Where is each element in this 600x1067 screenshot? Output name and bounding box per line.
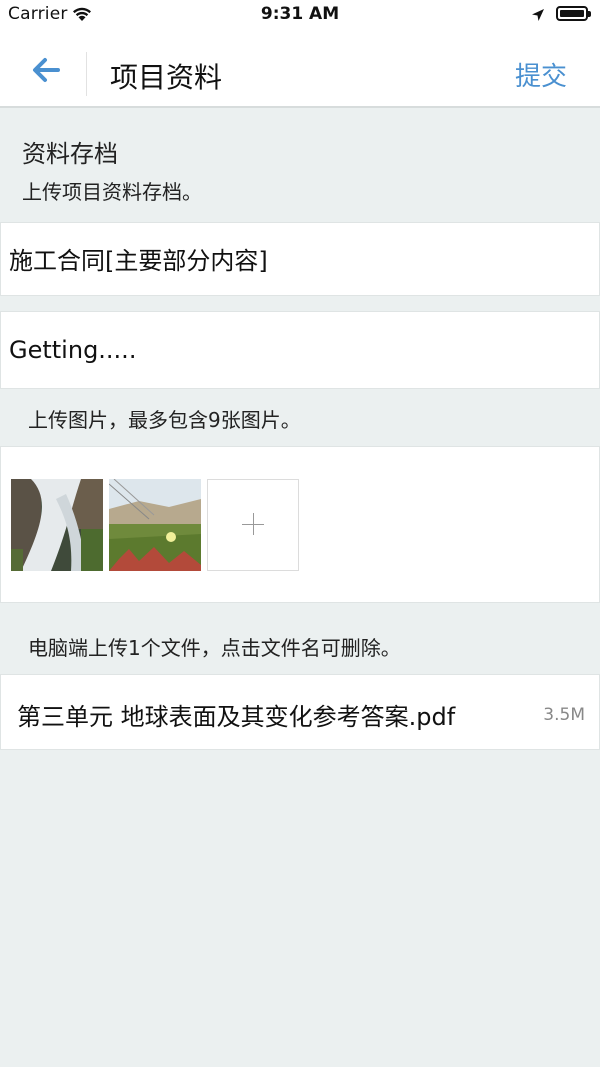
add-photo-button[interactable] — [207, 479, 299, 571]
field-flower-photo[interactable] — [109, 479, 201, 571]
nav-divider — [86, 52, 87, 96]
clock-time: 9:31 AM — [260, 4, 340, 24]
section-title: 资料存档 — [22, 140, 118, 168]
image-upload-card — [0, 446, 600, 603]
battery-icon — [556, 6, 591, 21]
status-bar: Carrier 9:31 AM — [0, 0, 600, 32]
location-icon — [530, 7, 546, 27]
section-description: 上传项目资料存档。 — [22, 180, 202, 204]
submit-button[interactable]: 提交 — [515, 56, 567, 93]
image-upload-hint: 上传图片，最多包含9张图片。 — [28, 408, 301, 432]
getting-field-value: Getting..... — [9, 336, 137, 364]
waterfall-photo[interactable] — [11, 479, 103, 571]
contract-field[interactable]: 施工合同[主要部分内容] — [0, 222, 600, 296]
file-size: 3.5M — [543, 705, 585, 725]
arrow-left-icon — [24, 58, 68, 90]
page-title: 项目资料 — [110, 61, 223, 94]
nav-bar: 项目资料 提交 — [0, 32, 600, 108]
file-upload-hint: 电脑端上传1个文件，点击文件名可删除。 — [28, 636, 401, 660]
file-row[interactable]: 第三单元 地球表面及其变化参考答案.pdf 3.5M — [0, 674, 600, 750]
getting-field[interactable]: Getting..... — [0, 311, 600, 389]
file-name[interactable]: 第三单元 地球表面及其变化参考答案.pdf — [17, 697, 455, 732]
contract-field-value: 施工合同[主要部分内容] — [9, 247, 268, 275]
back-button[interactable] — [24, 54, 68, 86]
